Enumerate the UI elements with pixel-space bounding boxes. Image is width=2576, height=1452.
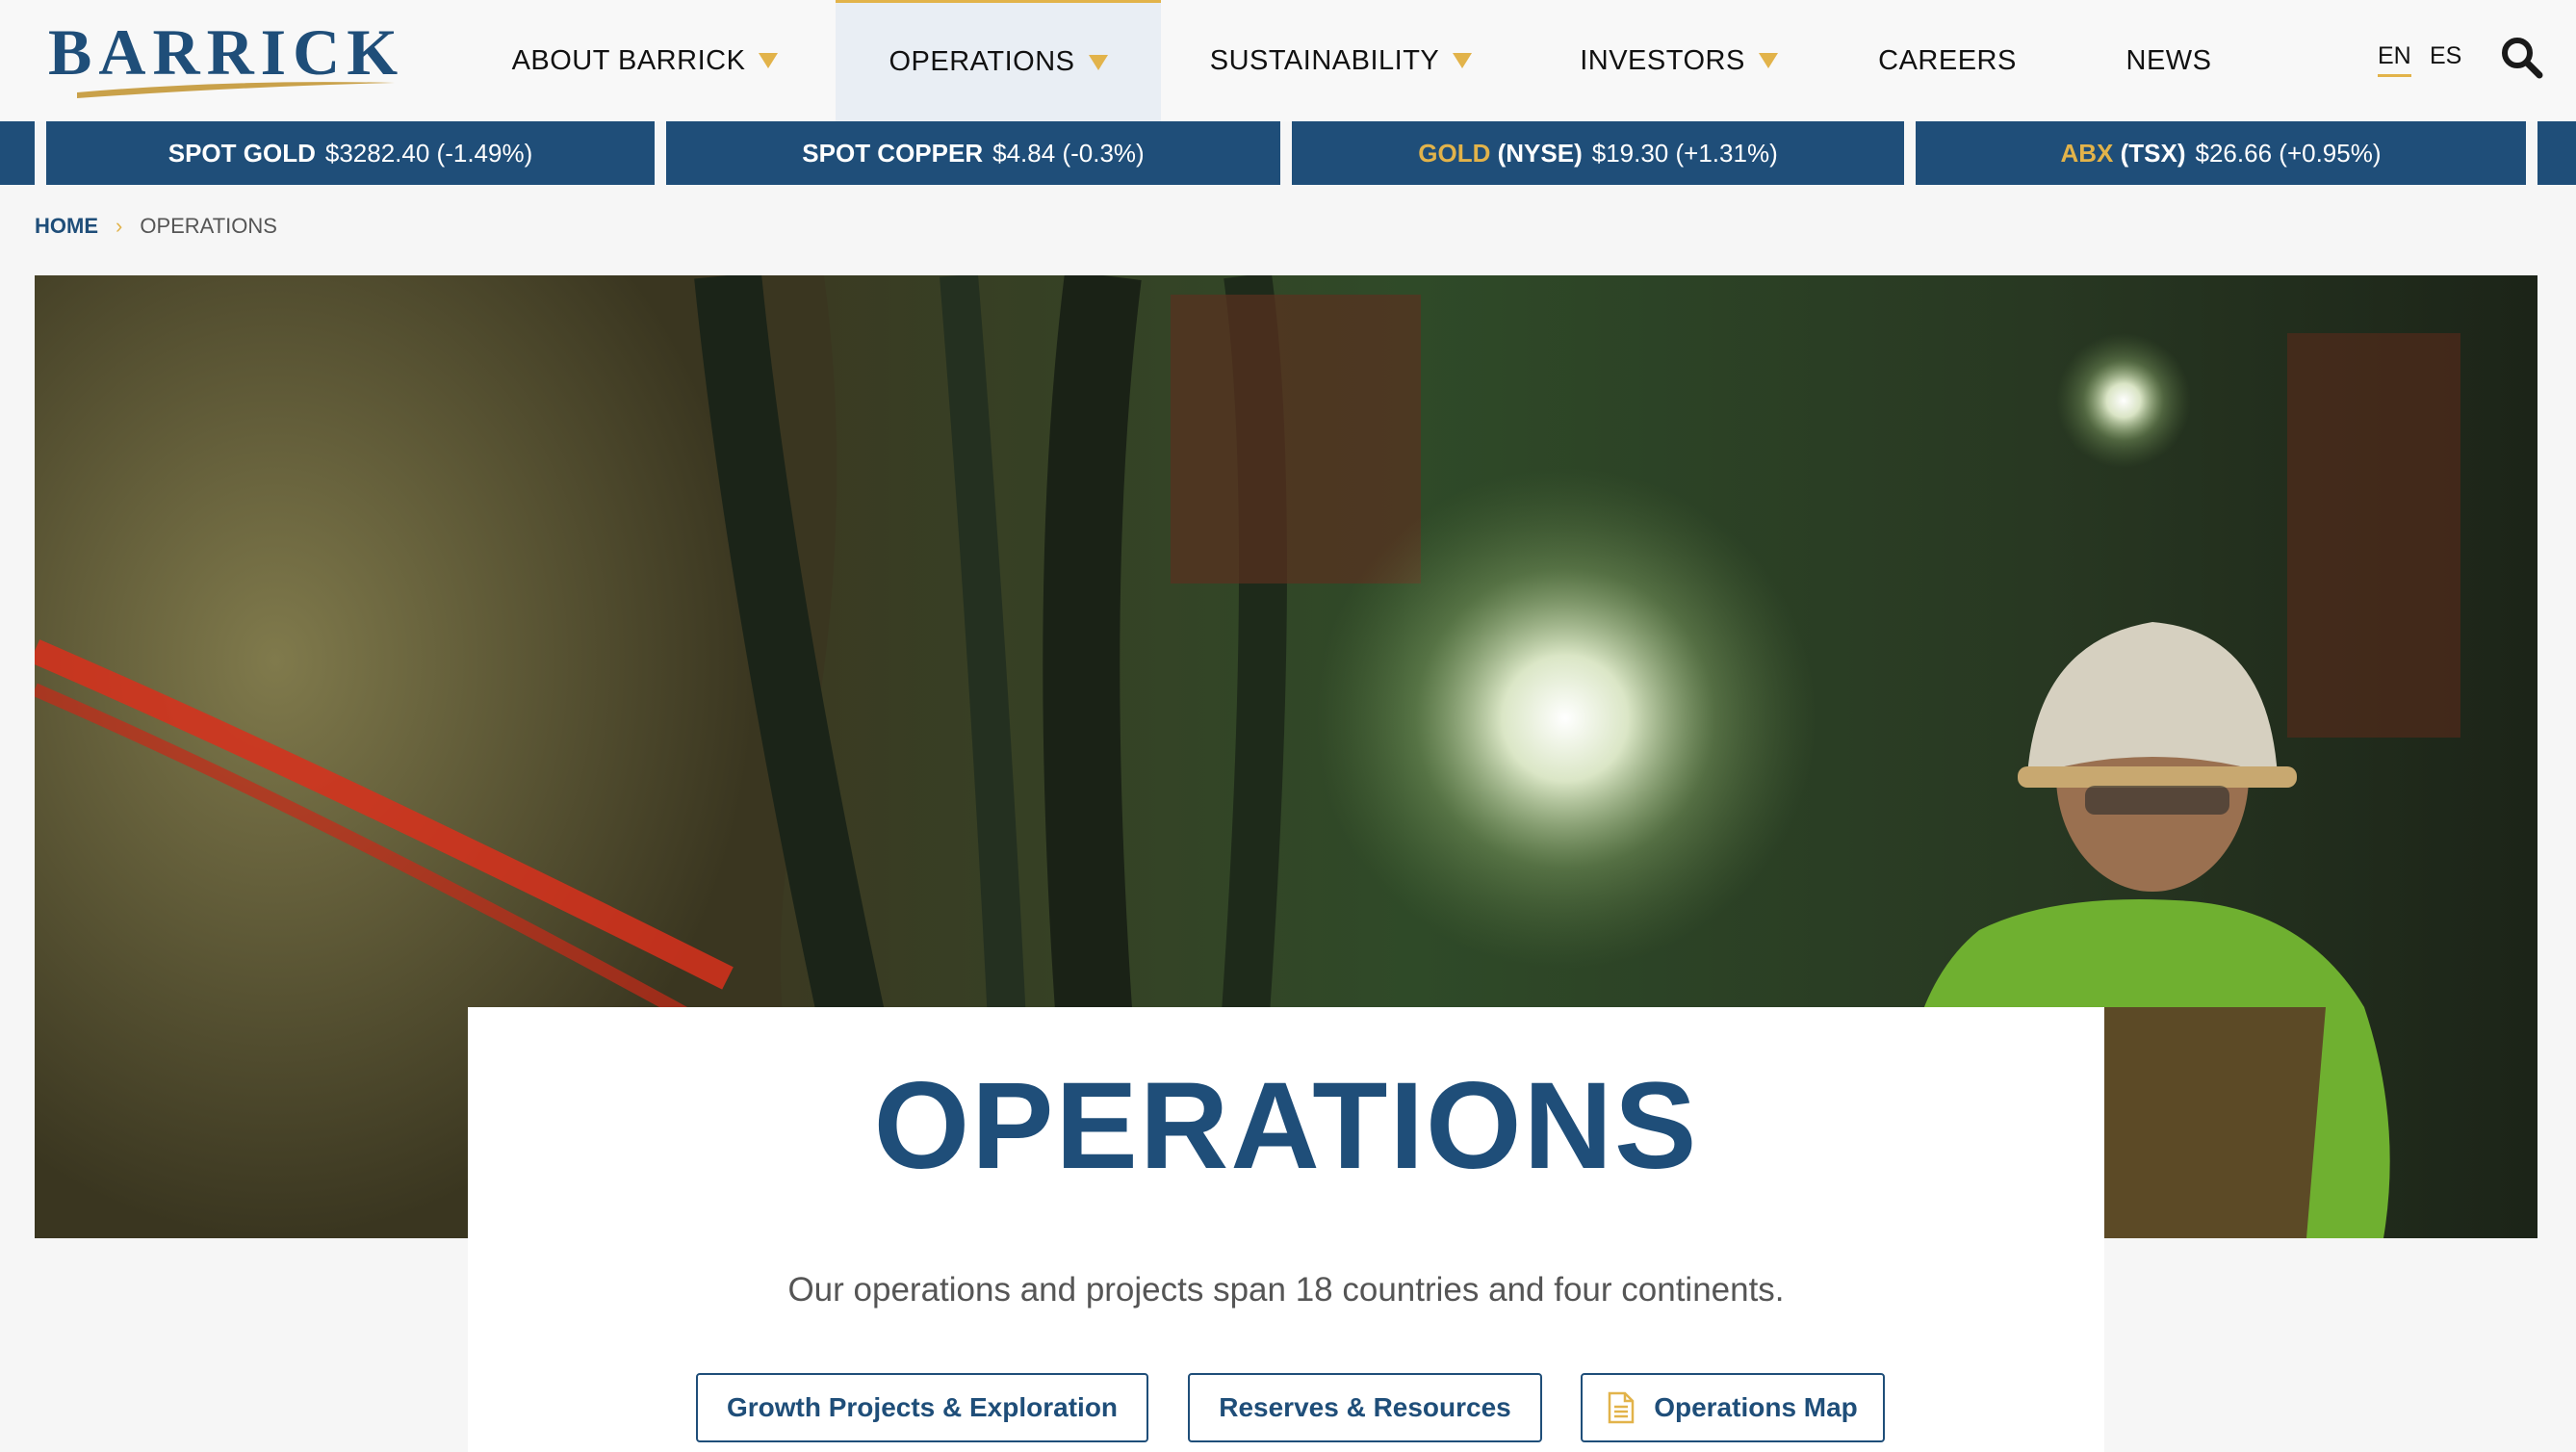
caret-down-icon (1453, 53, 1473, 68)
search-icon[interactable] (2499, 35, 2543, 79)
hero-card: OPERATIONS Our operations and projects s… (468, 1007, 2104, 1452)
ticker-edge-left (0, 121, 35, 185)
language-es[interactable]: ES (2430, 42, 2461, 70)
ticker-change: (+1.31%) (1675, 138, 1778, 168)
ticker-symbol: ABX (2060, 138, 2114, 168)
nav-about-barrick[interactable]: ABOUT BARRICK (501, 0, 789, 121)
ticker-gold-nyse[interactable]: GOLD (NYSE) $19.30 (+1.31%) (1292, 121, 1904, 185)
ticker-change: (-0.3%) (1062, 138, 1145, 168)
ticker-edge-right (2537, 121, 2576, 185)
breadcrumb: HOME › OPERATIONS (35, 214, 277, 239)
logo-swoosh-icon (77, 82, 395, 98)
nav-label: NEWS (2125, 44, 2212, 76)
ticker-value: $19.30 (1591, 138, 1669, 168)
nav-label: ABOUT BARRICK (511, 44, 746, 76)
site-header: BARRICK ABOUT BARRICK OPERATIONS SUSTAIN… (0, 0, 2576, 121)
operations-map-button[interactable]: Operations Map (1581, 1373, 1885, 1442)
barrick-logo[interactable]: BARRICK (48, 15, 405, 98)
chevron-right-icon: › (116, 214, 123, 238)
ticker-label: SPOT COPPER (802, 138, 984, 168)
ticker-label: ABX (TSX) (2060, 139, 2185, 169)
ticker-change: (-1.49%) (436, 138, 533, 168)
ticker-spot-copper[interactable]: SPOT COPPER $4.84 (-0.3%) (666, 121, 1280, 185)
nav-sustainability[interactable]: SUSTAINABILITY (1203, 0, 1479, 121)
nav-investors[interactable]: INVESTORS (1571, 0, 1787, 121)
caret-down-icon (759, 53, 779, 68)
ticker-abx-tsx[interactable]: ABX (TSX) $26.66 (+0.95%) (1916, 121, 2526, 185)
breadcrumb-current: OPERATIONS (140, 214, 277, 238)
ticker-exchange: (TSX) (2120, 138, 2186, 168)
ticker-value: $4.84 (992, 138, 1056, 168)
ticker-label: GOLD (NYSE) (1418, 139, 1582, 169)
growth-projects-button[interactable]: Growth Projects & Exploration (696, 1373, 1148, 1442)
ticker-label: SPOT GOLD (167, 138, 316, 168)
button-label: Reserves & Resources (1219, 1392, 1511, 1422)
reserves-resources-button[interactable]: Reserves & Resources (1188, 1373, 1542, 1442)
document-icon (1608, 1391, 1635, 1424)
nav-label: INVESTORS (1580, 44, 1745, 76)
nav-label: OPERATIONS (889, 46, 1075, 77)
nav-careers[interactable]: CAREERS (1868, 0, 2027, 121)
breadcrumb-home[interactable]: HOME (35, 214, 98, 239)
ticker-exchange: (NYSE) (1497, 138, 1583, 168)
ticker-value: $3282.40 (324, 138, 430, 168)
stock-ticker: SPOT GOLD $3282.40 (-1.49%) SPOT COPPER … (0, 121, 2576, 187)
ticker-symbol: GOLD (1418, 138, 1491, 168)
nav-operations[interactable]: OPERATIONS (836, 0, 1161, 121)
nav-news[interactable]: NEWS (2116, 0, 2222, 121)
language-en[interactable]: EN (2378, 42, 2411, 77)
page-title: OPERATIONS (873, 1057, 1699, 1195)
nav-label: SUSTAINABILITY (1209, 44, 1440, 76)
logo-wordmark: BARRICK (48, 15, 405, 89)
nav-label: CAREERS (1878, 44, 2017, 76)
caret-down-icon (1088, 54, 1108, 70)
ticker-spot-gold[interactable]: SPOT GOLD $3282.40 (-1.49%) (46, 121, 655, 185)
page-subtitle: Our operations and projects span 18 coun… (787, 1271, 1785, 1309)
button-label: Growth Projects & Exploration (726, 1392, 1119, 1422)
ticker-change: (+0.95%) (2279, 138, 2382, 168)
button-label: Operations Map (1654, 1392, 1858, 1422)
ticker-value: $26.66 (2195, 138, 2273, 168)
caret-down-icon (1758, 53, 1778, 68)
